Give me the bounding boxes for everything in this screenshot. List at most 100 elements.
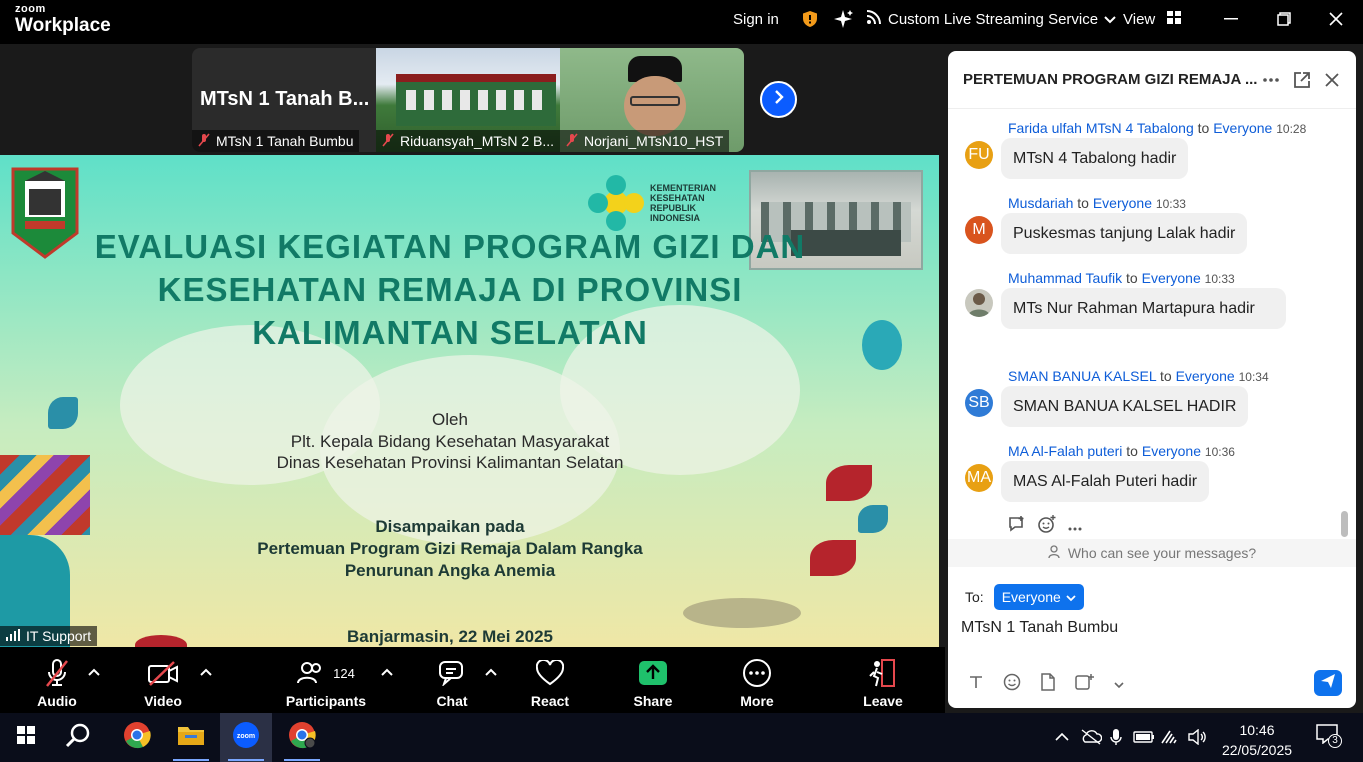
video-tile[interactable]: Riduansyah_MTsN 2 B... xyxy=(376,48,560,152)
balloon-decoration xyxy=(862,320,902,370)
muted-mic-icon xyxy=(566,132,578,150)
video-tile[interactable]: MTsN 1 Tanah B... MTsN 1 Tanah Bumbu xyxy=(192,48,376,152)
show-hidden-icons-chevron-icon[interactable] xyxy=(1055,726,1069,748)
sender-name[interactable]: MA Al-Falah puteri xyxy=(1008,443,1122,459)
shadow-decoration xyxy=(683,598,801,628)
sender-name[interactable]: Musdariah xyxy=(1008,195,1073,211)
chrome-profile-taskbar-button[interactable] xyxy=(276,713,328,762)
participants-label: Participants xyxy=(285,693,367,709)
react-button[interactable]: React xyxy=(505,657,595,709)
share-label: Share xyxy=(633,693,673,709)
microphone-in-use-icon[interactable] xyxy=(1110,726,1122,748)
audio-options-chevron-icon[interactable] xyxy=(88,665,102,679)
search-button[interactable] xyxy=(52,713,104,762)
clock-date: 22/05/2025 xyxy=(1221,742,1293,758)
privacy-notice[interactable]: Who can see your messages? xyxy=(948,539,1356,567)
view-menu[interactable]: View xyxy=(1123,9,1182,29)
file-explorer-taskbar-button[interactable] xyxy=(165,713,217,762)
next-page-button[interactable] xyxy=(760,81,797,118)
reply-thread-icon[interactable] xyxy=(1008,516,1026,537)
emoji-icon[interactable] xyxy=(1003,673,1021,696)
wifi-icon[interactable] xyxy=(1160,726,1180,748)
chevron-down-icon[interactable] xyxy=(1114,676,1124,694)
share-button[interactable]: Share xyxy=(608,657,698,709)
notification-center-button[interactable]: 3 xyxy=(1316,723,1342,748)
message-bubble[interactable]: MAS Al-Falah Puteri hadir xyxy=(1001,461,1210,502)
chrome-taskbar-button[interactable] xyxy=(111,713,163,762)
sender-name[interactable]: Muhammad Taufik xyxy=(1008,270,1122,286)
more-actions-icon[interactable] xyxy=(1068,518,1082,536)
add-reaction-icon[interactable] xyxy=(1038,515,1056,538)
recipient-row: To: Everyone xyxy=(965,584,1084,610)
zoom-app-icon: zoom xyxy=(232,721,260,754)
live-streaming-label: Custom Live Streaming Service xyxy=(888,10,1099,28)
participant-video-strip: MTsN 1 Tanah B... MTsN 1 Tanah Bumbu Rid… xyxy=(192,48,744,152)
svg-text:zoom: zoom xyxy=(237,733,255,740)
message-bubble[interactable]: SMAN BANUA KALSEL HADIR xyxy=(1001,386,1249,427)
text-format-icon[interactable] xyxy=(968,674,984,695)
volume-icon[interactable] xyxy=(1188,726,1208,748)
participants-options-chevron-icon[interactable] xyxy=(381,665,395,679)
close-window-button[interactable] xyxy=(1321,7,1351,31)
minimize-button[interactable] xyxy=(1216,7,1246,31)
restore-button[interactable] xyxy=(1269,7,1299,31)
ai-sparkle-icon[interactable] xyxy=(834,9,854,29)
onedrive-off-icon[interactable] xyxy=(1080,726,1102,748)
title-bar: zoom Workplace Sign in Custom Live Strea… xyxy=(0,0,1363,44)
more-button[interactable]: More xyxy=(712,657,802,709)
participant-name: MTsN 1 Tanah Bumbu xyxy=(216,133,354,149)
participants-button[interactable]: 124 Participants xyxy=(281,657,371,709)
leave-door-icon xyxy=(838,657,928,689)
participant-name: Norjani_MTsN10_HST xyxy=(584,133,724,149)
chat-scrollbar-thumb[interactable] xyxy=(1341,511,1348,537)
chevron-down-icon xyxy=(1104,11,1116,28)
chat-more-options-icon[interactable] xyxy=(1261,70,1281,90)
message-time: 10:34 xyxy=(1238,370,1269,384)
battery-icon[interactable] xyxy=(1133,726,1155,748)
butterfly-decoration xyxy=(858,505,888,533)
running-indicator xyxy=(284,759,320,761)
message-bubble[interactable]: MTsN 4 Tabalong hadir xyxy=(1001,138,1189,179)
chat-button[interactable]: Chat xyxy=(407,657,497,709)
sender-name[interactable]: Farida ulfah MTsN 4 Tabalong xyxy=(1008,120,1194,136)
leave-label: Leave xyxy=(863,693,903,709)
slide-oleh: Oleh xyxy=(432,410,468,429)
speaker-name: IT Support xyxy=(26,628,92,644)
message-bubble[interactable]: MTs Nur Rahman Martapura hadir xyxy=(1001,288,1286,329)
chat-label: Chat xyxy=(436,693,468,709)
participant-caption: MTsN 1 Tanah Bumbu xyxy=(192,130,360,152)
sign-in-link[interactable]: Sign in xyxy=(733,9,779,29)
to-word: to xyxy=(1197,120,1210,136)
slide-title: EVALUASI KEGIATAN PROGRAM GIZI DAN KESEH… xyxy=(0,225,900,354)
heart-icon xyxy=(505,657,595,689)
slide-title-line: KALIMANTAN SELATAN xyxy=(252,314,648,351)
chat-options-chevron-icon[interactable] xyxy=(485,665,499,679)
start-button[interactable] xyxy=(0,713,52,762)
message-meta: MA Al-Falah puteri to Everyone 10:36 xyxy=(1008,443,1235,459)
share-screen-icon xyxy=(608,657,698,689)
recipient-dropdown[interactable]: Everyone xyxy=(993,584,1084,610)
video-button[interactable]: Video xyxy=(118,657,208,709)
message-meta: SMAN BANUA KALSEL to Everyone 10:34 xyxy=(1008,368,1269,384)
close-chat-icon[interactable] xyxy=(1322,70,1342,90)
shield-icon[interactable] xyxy=(802,9,818,29)
pop-out-icon[interactable] xyxy=(1292,70,1312,90)
slide-title-line: KESEHATAN REMAJA DI PROVINSI xyxy=(157,271,743,308)
slide-presenter-line: Plt. Kepala Bidang Kesehatan Masyarakat xyxy=(290,432,610,451)
file-attach-icon[interactable] xyxy=(1040,673,1056,696)
leave-button[interactable]: Leave xyxy=(838,657,928,709)
chat-input[interactable]: MTsN 1 Tanah Bumbu xyxy=(961,619,1118,637)
system-clock[interactable]: 10:46 22/05/2025 xyxy=(1218,720,1296,760)
live-streaming-menu[interactable]: Custom Live Streaming Service xyxy=(866,9,1116,29)
message-bubble[interactable]: Puskesmas tanjung Lalak hadir xyxy=(1001,213,1248,254)
send-button[interactable] xyxy=(1314,670,1342,696)
recipient-value: Everyone xyxy=(1001,589,1061,605)
video-options-chevron-icon[interactable] xyxy=(200,665,214,679)
screenshot-icon[interactable] xyxy=(1075,673,1095,696)
building-windows xyxy=(406,90,546,110)
video-tile[interactable]: Norjani_MTsN10_HST xyxy=(560,48,744,152)
zoom-taskbar-button[interactable]: zoom xyxy=(220,713,272,762)
broadcast-icon xyxy=(866,9,882,29)
sender-name[interactable]: SMAN BANUA KALSEL xyxy=(1008,368,1156,384)
to-word: to xyxy=(1126,443,1138,459)
